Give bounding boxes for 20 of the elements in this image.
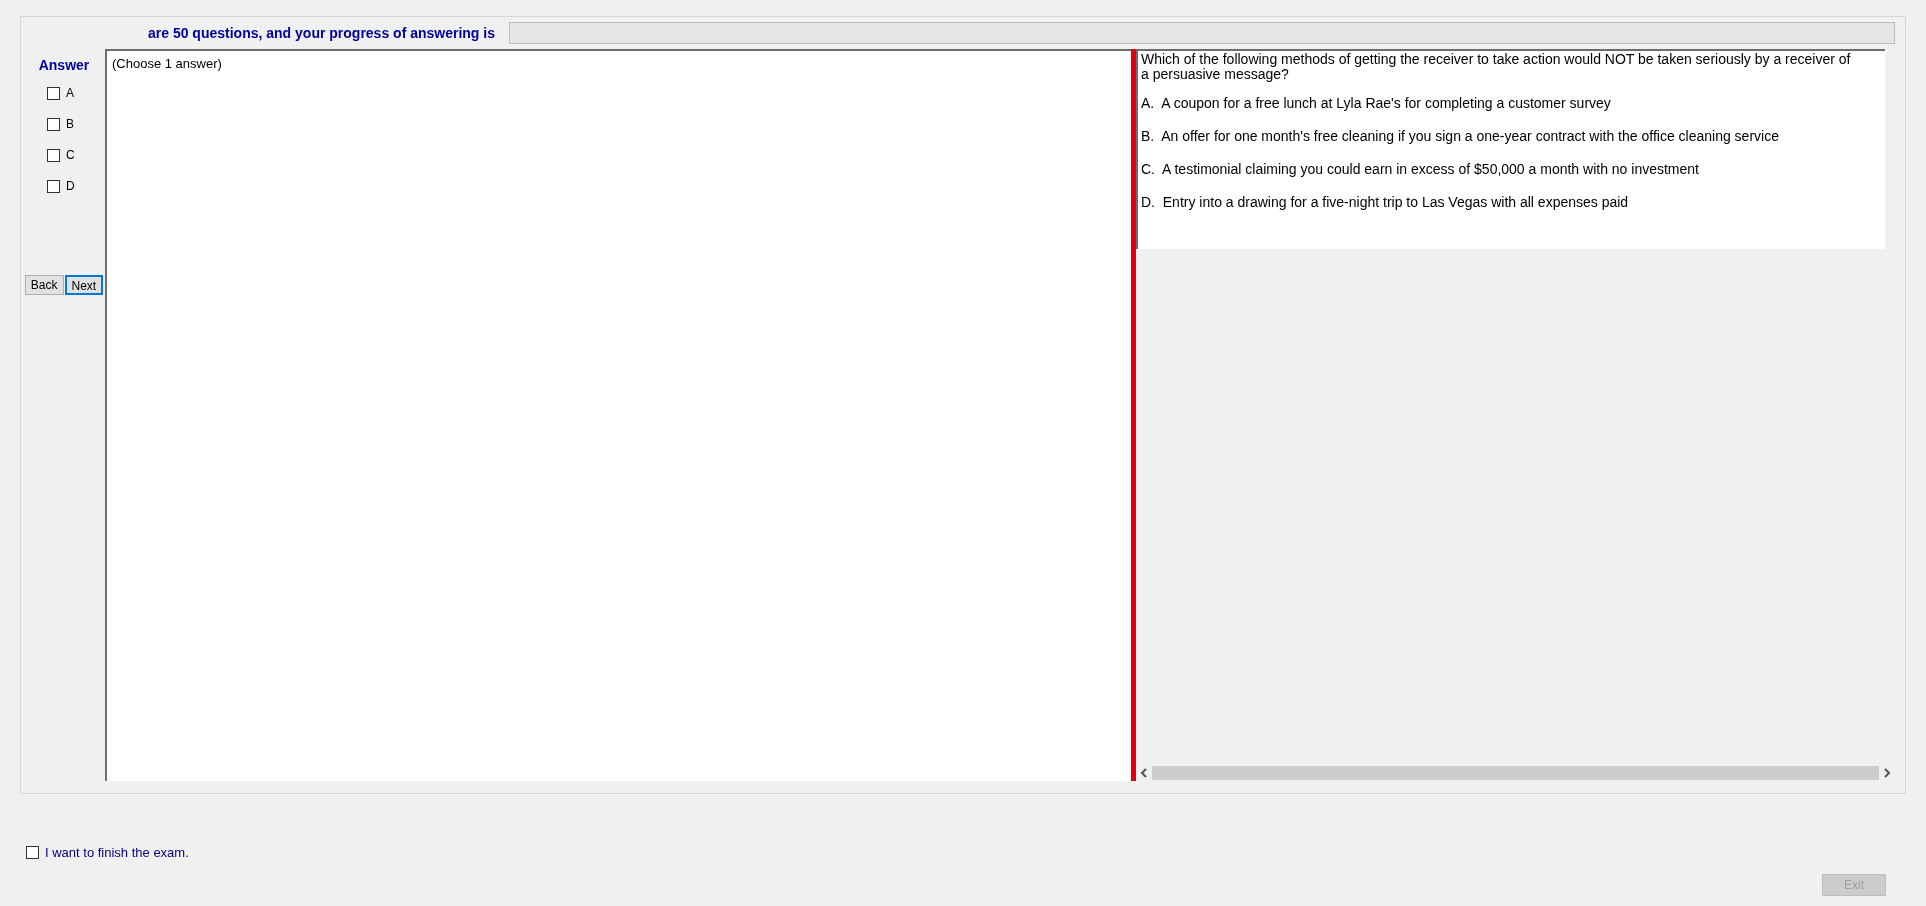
back-button[interactable]: Back	[24, 275, 64, 295]
checkbox[interactable]	[47, 86, 60, 100]
option-label: D	[66, 178, 75, 195]
question-text: Which of the following methods of getting the receiver to take action would NOT be taken seriously by a receiver of a persuasive message?	[1141, 52, 1852, 82]
choice-text: D. Entry into a drawing for a five-night trip to Las Vegas with all expenses paid	[1141, 195, 1630, 210]
progress-label: are 50 questions, and your progress of answering is	[148, 23, 495, 43]
option-label: B	[66, 116, 74, 133]
choice-text: C. A testimonial claiming you could earn in excess of $50,000 a month with no investment	[1141, 162, 1700, 177]
choice-text: B. An offer for one month's free cleaning if you sign a one-year contract with the office cleaning service	[1141, 129, 1780, 144]
checkbox[interactable]	[26, 845, 39, 859]
answer-heading: Answer	[38, 56, 90, 75]
finish-label: I want to finish the exam.	[45, 843, 189, 862]
checkbox[interactable]	[47, 148, 60, 162]
option-label: A	[66, 85, 74, 102]
choice-text: A. A coupon for a free lunch at Lyla Rae's for completing a customer survey	[1141, 96, 1612, 111]
checkbox[interactable]	[47, 179, 60, 193]
checkbox[interactable]	[47, 117, 60, 131]
next-button[interactable]: Next	[64, 275, 104, 295]
instruction-text: (Choose 1 answer)	[112, 56, 222, 71]
option-label: C	[66, 147, 75, 164]
